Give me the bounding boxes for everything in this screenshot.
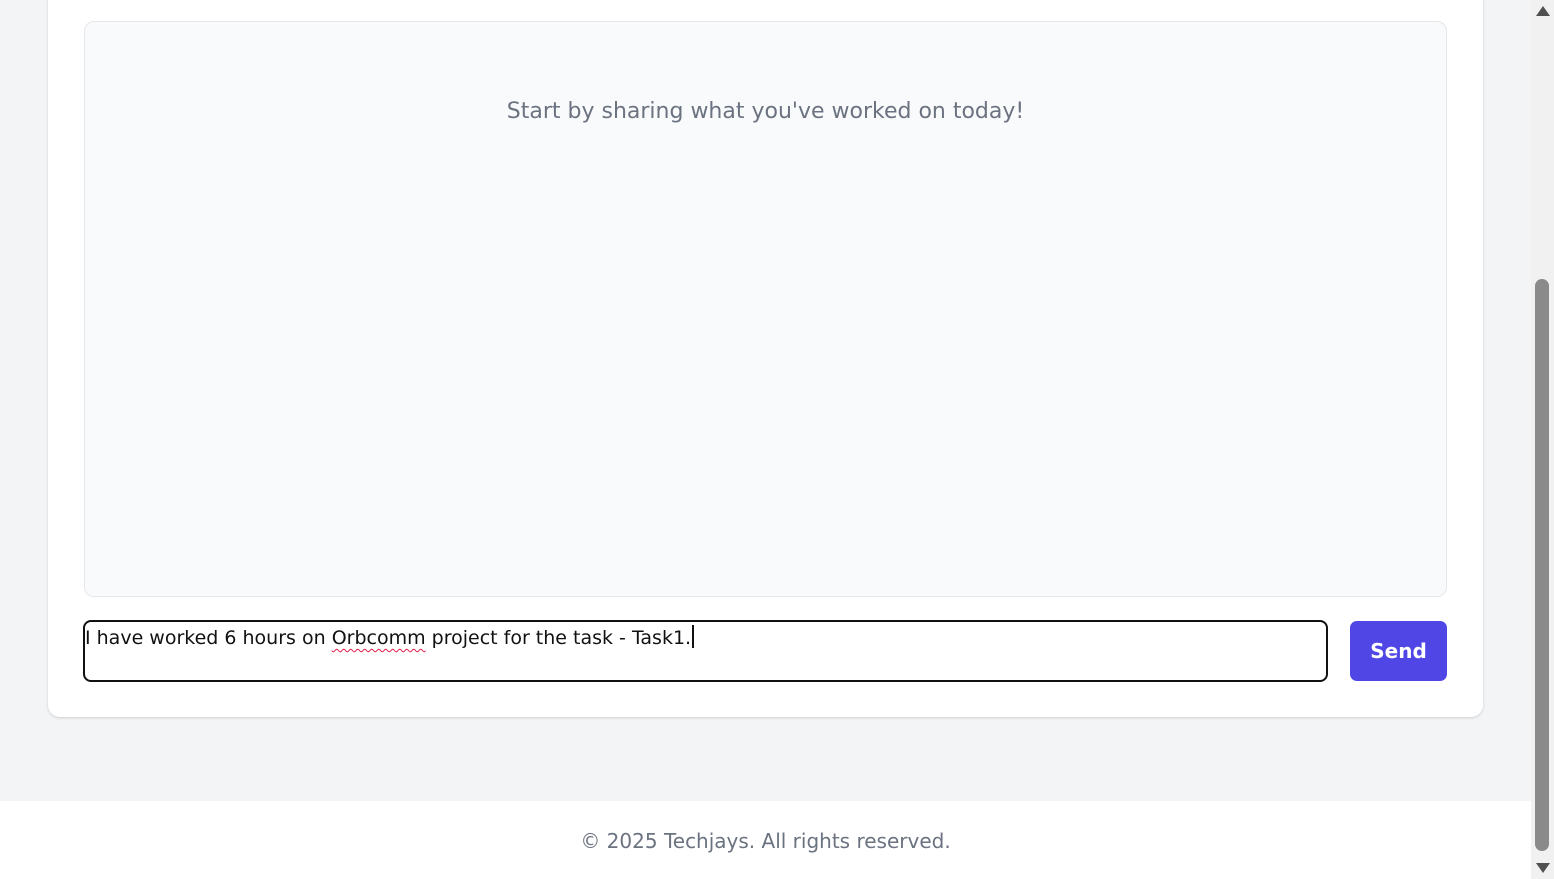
scroll-up-arrow-icon[interactable] (1536, 6, 1550, 16)
misspelled-word: Orbcomm (331, 627, 426, 649)
scroll-down-arrow-icon[interactable] (1536, 863, 1550, 873)
send-button[interactable]: Send (1350, 621, 1447, 681)
scrollbar-thumb[interactable] (1535, 279, 1549, 851)
chat-messages-area: Start by sharing what you've worked on t… (84, 21, 1447, 597)
message-input[interactable]: I have worked 6 hours on Orbcomm project… (83, 620, 1328, 682)
input-text-part: I have worked 6 hours on (85, 627, 332, 649)
vertical-scrollbar[interactable] (1531, 0, 1554, 879)
footer: © 2025 Techjays. All rights reserved. (0, 801, 1531, 879)
page-viewport: Start by sharing what you've worked on t… (0, 0, 1531, 879)
text-caret (692, 625, 694, 648)
message-input-value: I have worked 6 hours on Orbcomm project… (85, 625, 694, 651)
empty-state-message: Start by sharing what you've worked on t… (506, 99, 1025, 124)
footer-copyright: © 2025 Techjays. All rights reserved. (580, 829, 951, 853)
input-text-part: project for the task - Task1. (425, 627, 692, 649)
